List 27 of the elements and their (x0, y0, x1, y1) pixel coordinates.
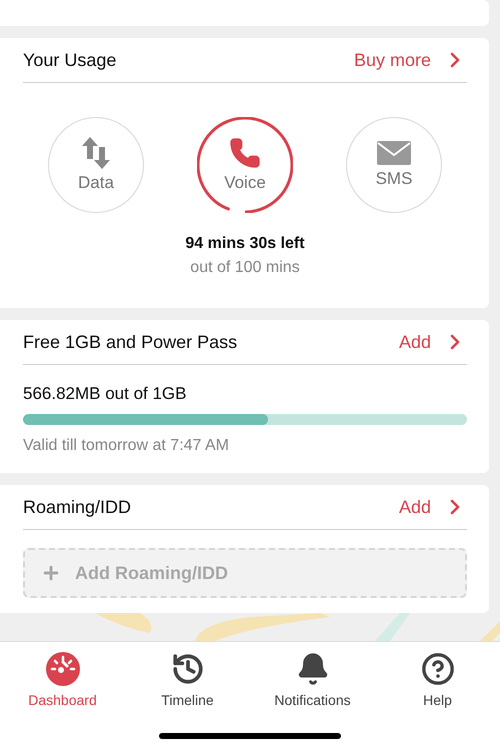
card-title: Your Usage (23, 50, 116, 70)
nav-tab[interactable]: Dashboard (2, 652, 122, 708)
nav-tab[interactable]: Help (378, 652, 498, 708)
service-label: SMS (376, 169, 412, 189)
plus-icon (41, 563, 61, 583)
service-circle[interactable]: Data (48, 117, 144, 213)
add-link[interactable]: Add (398, 330, 467, 354)
service-label: Voice (224, 173, 266, 193)
service-circle[interactable]: Voice (197, 117, 293, 213)
add-link[interactable]: Add (398, 495, 467, 519)
card-title: Free 1GB and Power Pass (23, 332, 238, 352)
service-circle[interactable]: SMS (346, 117, 442, 213)
envelope-icon (377, 141, 411, 165)
arrows-icon (82, 137, 110, 169)
help-icon[interactable] (420, 652, 454, 686)
buy-more-link[interactable]: Buy more (354, 48, 467, 72)
total-text: out of 100 mins (190, 259, 300, 277)
validity-text: Valid till tomorrow at 7:47 AM (23, 437, 230, 455)
history-icon[interactable] (170, 652, 204, 686)
data-amount: 566.82MB out of 1GB (23, 384, 188, 404)
remaining-text: 94 mins 30s left (185, 235, 305, 253)
nav-tab[interactable]: Notifications (252, 652, 372, 708)
speedometer-icon[interactable] (46, 652, 80, 686)
phone-icon (229, 137, 261, 169)
nav-tab[interactable]: Timeline (128, 652, 248, 708)
service-label: Data (78, 173, 114, 193)
card-title: Roaming/IDD (23, 496, 132, 518)
